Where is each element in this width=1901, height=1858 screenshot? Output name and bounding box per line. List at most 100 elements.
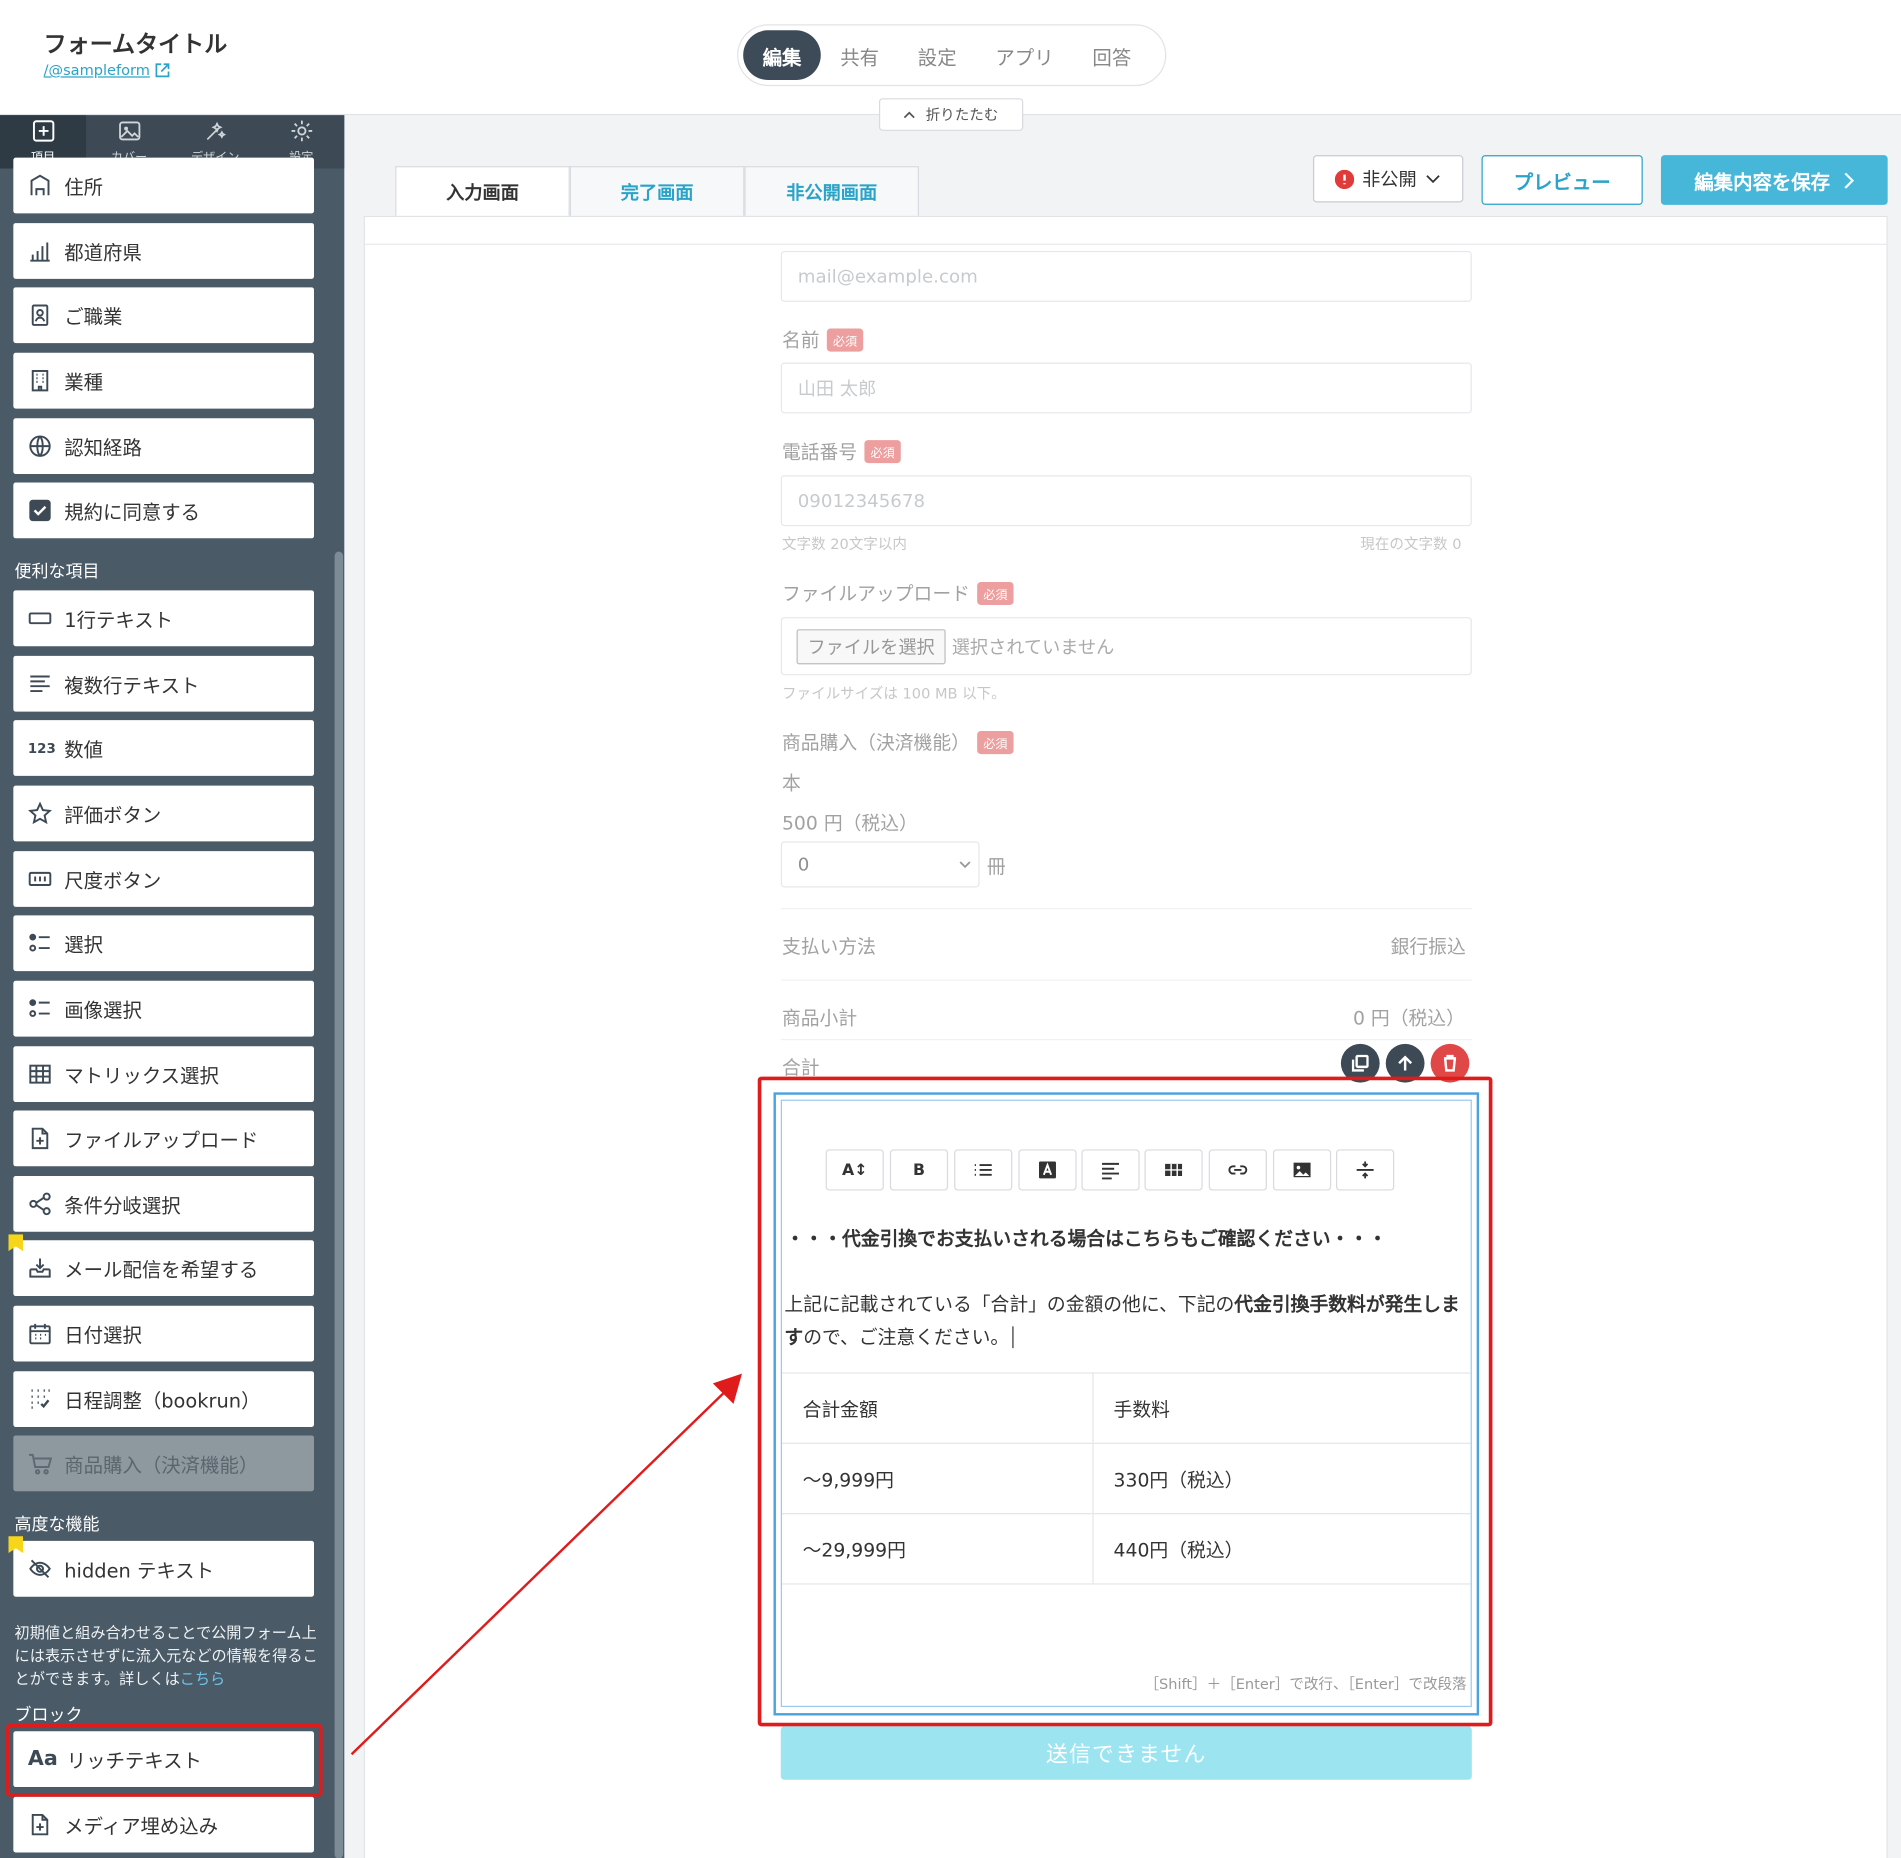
product-price: 500 円（税込） xyxy=(781,812,918,835)
required-badge: 必須 xyxy=(864,439,901,463)
list-button[interactable] xyxy=(954,1149,1013,1191)
hidden-text-description: 初期値と組み合わせることで公開フォーム上には表示させずに流入元などの情報を得るこ… xyxy=(15,1621,318,1690)
cart-icon xyxy=(29,1453,53,1475)
phone-label-text: 電話番号 xyxy=(781,441,858,464)
purchase-label-text: 商品購入（決済機能） xyxy=(781,732,970,755)
image-button[interactable] xyxy=(1272,1149,1332,1191)
table-header-cell[interactable]: 手数料 xyxy=(1092,1372,1471,1444)
sidebar-item-date[interactable]: 日付選択 xyxy=(13,1305,315,1362)
share-icon xyxy=(29,1192,51,1216)
product-unit: 本 xyxy=(781,772,801,795)
sidebar-item-hidden-text[interactable]: hidden テキスト xyxy=(13,1540,315,1597)
quantity-unit: 冊 xyxy=(986,855,1006,878)
sidebar-item-media-embed[interactable]: メディア埋め込み xyxy=(13,1796,315,1853)
file-plus-icon xyxy=(31,1127,49,1150)
table-cell[interactable]: 〜9,999円 xyxy=(781,1442,1093,1514)
align-button[interactable] xyxy=(1081,1149,1140,1191)
file-none-text: 選択されていません xyxy=(951,635,1115,658)
phone-char-count: 現在の文字数 0 xyxy=(1360,535,1462,553)
name-field[interactable]: 山田 太郎 xyxy=(780,362,1472,414)
file-select-button[interactable]: ファイルを選択 xyxy=(796,628,946,664)
table-cell[interactable]: 440円（税込） xyxy=(1092,1513,1471,1584)
purchase-label: 商品購入（決済機能） 必須 xyxy=(782,729,1014,756)
schedule-icon xyxy=(31,1389,50,1409)
table-cell[interactable]: 330円（税込） xyxy=(1092,1442,1471,1514)
table-cell[interactable]: 〜29,999円 xyxy=(781,1513,1093,1584)
divider-button[interactable] xyxy=(1336,1149,1395,1191)
subtotal-value: 0 円（税込） xyxy=(1353,1007,1465,1030)
copy-icon xyxy=(1351,1054,1369,1072)
list-icon xyxy=(974,1164,992,1176)
divider-icon xyxy=(1356,1161,1374,1179)
bold-icon: B xyxy=(912,1160,925,1180)
table-row: 合計金額 手数料 xyxy=(781,1372,1471,1444)
image-icon xyxy=(1293,1162,1311,1178)
trash-icon xyxy=(1443,1054,1457,1072)
font-size-button[interactable]: A↕ xyxy=(825,1149,884,1191)
table-row: 〜9,999円 330円（税込） xyxy=(781,1442,1471,1514)
hidden-desc-text: 初期値と組み合わせることで公開フォーム上には表示させずに流入元などの情報を得るこ… xyxy=(14,1623,318,1688)
rich-text-heading: ・・・代金引換でお支払いされる場合はこちらもご確認ください・・・ xyxy=(785,1228,1387,1250)
form-preview-faded: mail@example.com 名前 必須 山田 太郎 電話番号 必須 09012… xyxy=(0,0,1901,1091)
table-bottom-border xyxy=(781,1583,1471,1586)
fee-table: 合計金額 手数料 〜9,999円 330円（税込） 〜29,999円 440円（税込） xyxy=(781,1372,1471,1586)
divider xyxy=(780,979,1472,981)
calendar-icon xyxy=(29,1323,51,1345)
sidebar-item-conditional[interactable]: 条件分岐選択 xyxy=(13,1175,315,1232)
sidebar-item-label: 商品購入（決済機能） xyxy=(64,1453,259,1477)
sidebar-item-label: ファイルアップロード xyxy=(64,1128,259,1152)
sidebar-item-label: hidden テキスト xyxy=(64,1559,214,1583)
phone-label: 電話番号 必須 xyxy=(782,438,901,465)
text-color-icon xyxy=(1039,1161,1056,1179)
table-button[interactable] xyxy=(1144,1149,1203,1191)
sidebar-item-label: メディア埋め込み xyxy=(64,1814,219,1838)
sidebar-item-label: メール配信を希望する xyxy=(64,1258,259,1282)
section-block: ブロック xyxy=(14,1705,83,1726)
required-badge: 必須 xyxy=(977,581,1014,605)
divider xyxy=(780,908,1472,910)
link-icon xyxy=(1228,1165,1248,1175)
payment-label: 支払い方法 xyxy=(781,935,876,958)
file-field: ファイルを選択 選択されていません xyxy=(780,617,1472,676)
sidebar-item-label: 条件分岐選択 xyxy=(64,1194,181,1218)
chevron-down-icon xyxy=(959,861,971,869)
font-size-icon: A↕ xyxy=(842,1160,868,1180)
table-row: 〜29,999円 440円（税込） xyxy=(781,1513,1471,1584)
editor-hint: ［Shift］＋［Enter］で改行、［Enter］で改段落 xyxy=(1144,1675,1467,1693)
rich-text-paragraph: 上記に記載されている「合計」の金額の他に、下記の代金引換手数料が発生しますので、… xyxy=(784,1289,1465,1354)
eye-slash-icon xyxy=(29,1559,51,1578)
table-header-cell[interactable]: 合計金額 xyxy=(781,1372,1093,1444)
bold-button[interactable]: B xyxy=(889,1149,949,1191)
paragraph-text: ので、ご注意ください。 xyxy=(803,1326,1010,1349)
email-field[interactable]: mail@example.com xyxy=(780,250,1472,302)
align-icon xyxy=(1102,1162,1120,1180)
submit-button: 送信できません xyxy=(780,1726,1472,1780)
sidebar-item-mail-optin[interactable]: メール配信を希望する xyxy=(13,1240,315,1297)
sidebar-item-schedule[interactable]: 日程調整（bookrun） xyxy=(13,1371,315,1427)
hidden-desc-link[interactable]: こちら xyxy=(180,1669,225,1687)
file-label-text: ファイルアップロード xyxy=(781,583,970,605)
section-advanced: 高度な機能 xyxy=(14,1515,100,1535)
table-icon xyxy=(1165,1163,1183,1176)
file-label: ファイルアップロード 必須 xyxy=(782,580,1014,607)
file-hint: ファイルサイズは 100 MB 以下。 xyxy=(781,684,1006,702)
text-cursor xyxy=(1012,1326,1015,1349)
name-label: 名前 必須 xyxy=(781,326,864,353)
divider xyxy=(780,1039,1472,1041)
sidebar-item-file-upload[interactable]: ファイルアップロード xyxy=(13,1110,315,1167)
name-label-text: 名前 xyxy=(781,329,820,352)
quantity-select[interactable]: 0 xyxy=(780,841,980,888)
arrow-up-icon xyxy=(1398,1055,1413,1071)
text-color-button[interactable] xyxy=(1018,1149,1077,1191)
phone-hint: 文字数 20文字以内 xyxy=(781,535,907,553)
required-badge: 必須 xyxy=(826,327,864,351)
phone-field[interactable]: 09012345678 xyxy=(780,475,1472,527)
subtotal-label: 商品小計 xyxy=(781,1007,858,1030)
sidebar-item-purchase: 商品購入（決済機能） xyxy=(13,1435,315,1492)
file-plus-icon xyxy=(31,1813,49,1836)
payment-value: 銀行振込 xyxy=(1390,935,1466,958)
highlight-box-rich-text xyxy=(6,1723,323,1797)
link-button[interactable] xyxy=(1208,1149,1267,1191)
sidebar-item-label: 日程調整（bookrun） xyxy=(64,1389,261,1413)
inbox-icon xyxy=(29,1258,51,1278)
